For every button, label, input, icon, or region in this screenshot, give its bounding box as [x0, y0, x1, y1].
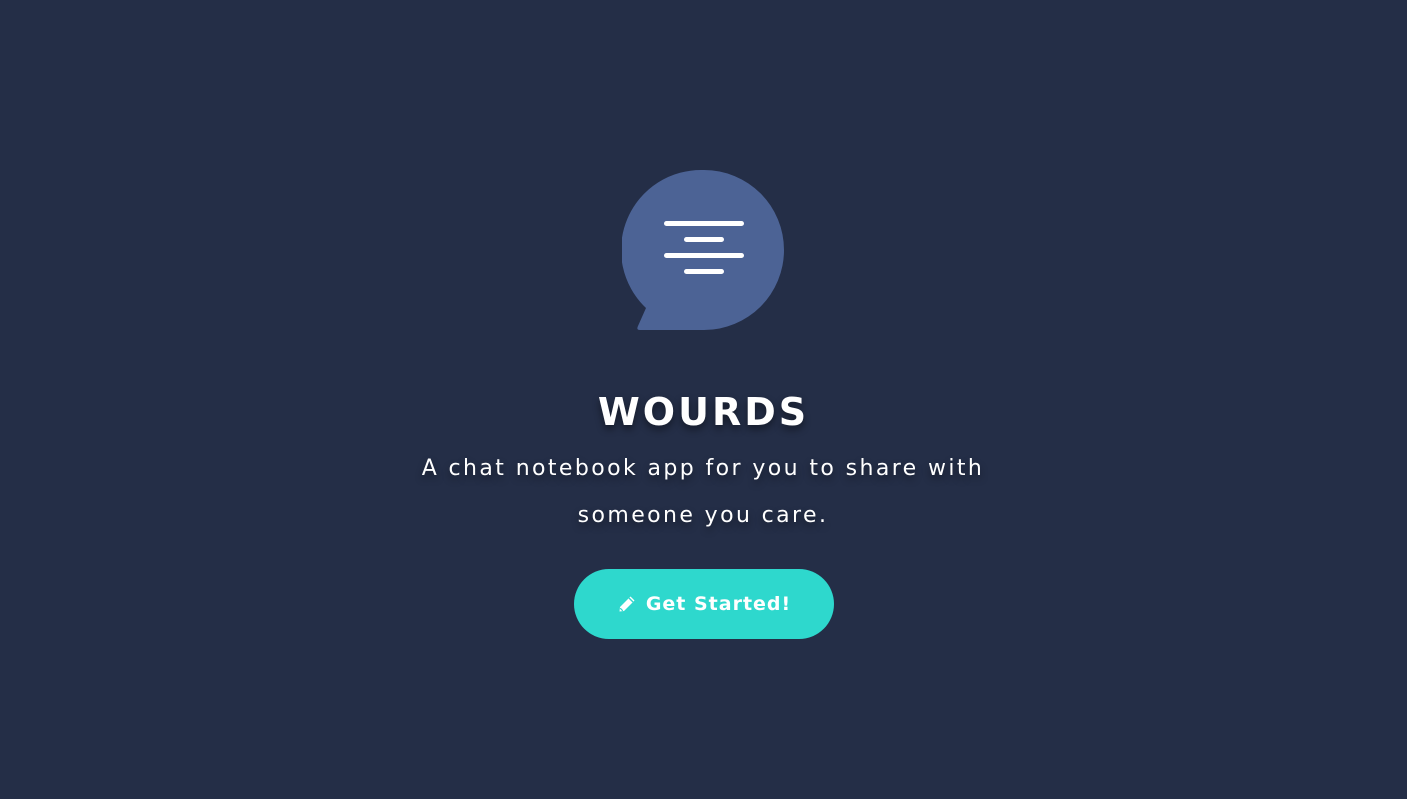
get-started-label: Get Started!: [645, 593, 792, 615]
chat-bubble-icon: [622, 169, 784, 330]
landing-page: WOURDS A chat notebook app for you to sh…: [0, 0, 1407, 799]
pencil-icon: [619, 596, 635, 612]
app-title: WOURDS: [597, 390, 810, 434]
app-tagline: A chat notebook app for you to share wit…: [421, 456, 985, 528]
get-started-button[interactable]: Get Started!: [574, 569, 834, 639]
